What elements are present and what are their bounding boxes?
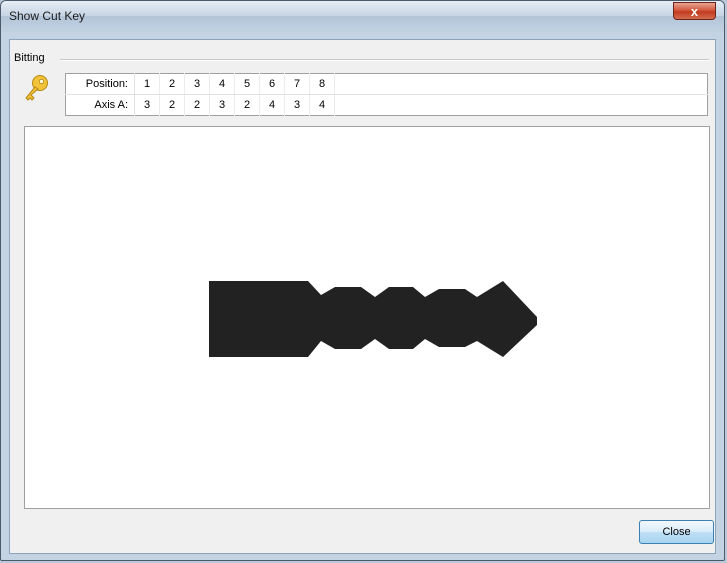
axis-a-cell: 4: [259, 94, 285, 116]
position-cell: 3: [184, 73, 210, 95]
position-cell: 8: [309, 73, 335, 95]
axis-a-label: Axis A:: [65, 94, 135, 116]
position-cell: 7: [284, 73, 310, 95]
key-icon: [25, 75, 48, 101]
position-cell: 6: [259, 73, 285, 95]
axis-a-cell: 3: [209, 94, 235, 116]
group-divider: [60, 59, 709, 61]
dialog-window: Show Cut Key x Bitting Position: 1 2 3 4…: [0, 0, 725, 561]
axis-a-cell: 2: [234, 94, 260, 116]
table-filler: [335, 95, 708, 116]
cut-key-canvas: [24, 126, 710, 509]
position-cell: 2: [159, 73, 185, 95]
axis-a-cell: 4: [309, 94, 335, 116]
close-icon: x: [690, 4, 699, 19]
close-button[interactable]: Close: [639, 520, 714, 544]
dialog-client-area: Bitting Position: 1 2 3 4 5 6 7 8 Axis A…: [9, 39, 716, 554]
bitting-group-label: Bitting: [14, 52, 51, 64]
cut-key-shape: [209, 281, 537, 357]
bitting-table: Position: 1 2 3 4 5 6 7 8 Axis A: 3 2 2 …: [65, 73, 708, 116]
title-bar[interactable]: Show Cut Key x: [1, 1, 724, 31]
position-cell: 1: [134, 73, 160, 95]
window-title: Show Cut Key: [9, 9, 86, 23]
position-cell: 4: [209, 73, 235, 95]
table-row-axis-a: Axis A: 3 2 2 3 2 4 3 4: [65, 94, 708, 116]
position-label: Position:: [65, 73, 135, 95]
axis-a-cell: 3: [284, 94, 310, 116]
position-cell: 5: [234, 73, 260, 95]
table-filler: [334, 73, 708, 95]
axis-a-cell: 3: [134, 94, 160, 116]
table-row-position: Position: 1 2 3 4 5 6 7 8: [65, 73, 708, 95]
axis-a-cell: 2: [159, 94, 185, 116]
close-window-button[interactable]: x: [673, 2, 716, 20]
key-profile: [209, 281, 537, 357]
axis-a-cell: 2: [184, 94, 210, 116]
